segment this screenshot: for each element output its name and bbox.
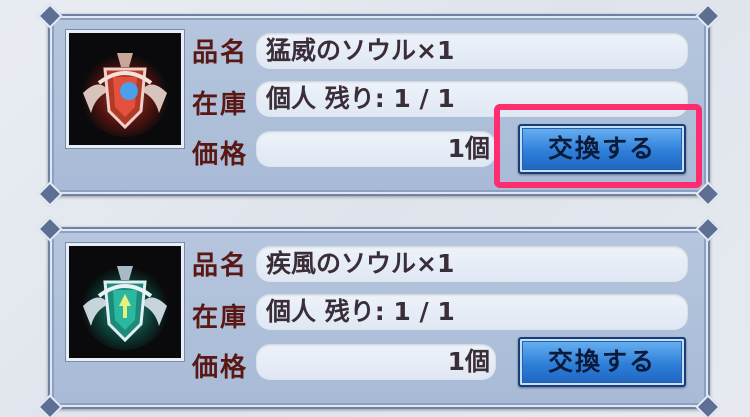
price-value: 1個 — [256, 344, 496, 380]
price-value: 1個 — [256, 131, 496, 167]
card-corner-ornament — [37, 394, 63, 417]
stock-value: 個人 残り: 1 / 1 — [256, 294, 688, 330]
red-soul-crest-icon — [66, 30, 184, 148]
item-name-label: 品名 — [192, 251, 249, 281]
card-corner-ornament — [695, 216, 721, 242]
card-corner-ornament — [695, 394, 721, 417]
price-label: 価格 — [192, 353, 249, 383]
item-name-label: 品名 — [192, 38, 249, 68]
card-corner-ornament — [37, 181, 63, 207]
card-corner-ornament — [695, 181, 721, 207]
card-corner-ornament — [695, 3, 721, 29]
card-corner-ornament — [37, 3, 63, 29]
price-label: 価格 — [192, 140, 249, 170]
stock-value: 個人 残り: 1 / 1 — [256, 81, 688, 117]
shop-item-card: 品名 疾風のソウル×1 在庫 個人 残り: 1 / 1 価格 1個 交換する — [37, 216, 721, 417]
stock-label: 在庫 — [192, 90, 249, 120]
stock-label: 在庫 — [192, 303, 249, 333]
shop-item-card: 品名 猛威のソウル×1 在庫 個人 残り: 1 / 1 価格 1個 交換する — [37, 3, 721, 207]
exchange-button[interactable]: 交換する — [518, 337, 686, 387]
green-soul-crest-icon — [66, 243, 184, 361]
card-corner-ornament — [37, 216, 63, 242]
exchange-button[interactable]: 交換する — [518, 124, 686, 174]
item-name-value: 猛威のソウル×1 — [256, 33, 688, 69]
item-name-value: 疾風のソウル×1 — [256, 246, 688, 282]
